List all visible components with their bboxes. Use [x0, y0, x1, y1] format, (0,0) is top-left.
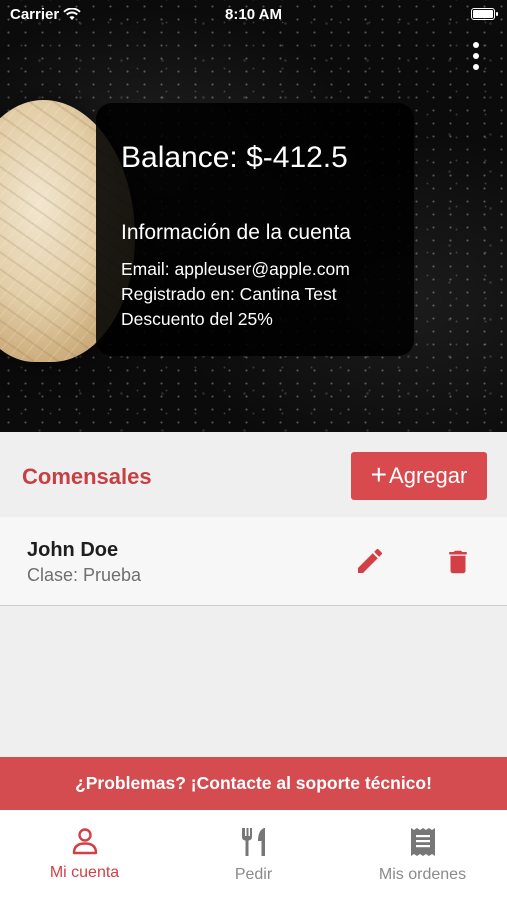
- diner-row[interactable]: John Doe Clase: Prueba: [0, 517, 507, 606]
- account-info-title: Información de la cuenta: [121, 221, 351, 244]
- account-registered: Registrado en: Cantina Test: [121, 284, 337, 304]
- diners-header: Comensales + Agregar: [0, 432, 507, 517]
- diner-name: John Doe: [27, 539, 119, 561]
- tab-label-mis-ordenes: Mis ordenes: [378, 866, 467, 883]
- account-discount: Descuento del 25%: [121, 309, 273, 329]
- edit-pencil-icon[interactable]: [354, 545, 386, 577]
- support-banner[interactable]: ¿Problemas? ¡Contacte al soporte técnico…: [0, 757, 507, 810]
- account-email: Email: appleuser@apple.com: [121, 259, 350, 279]
- battery-icon: [471, 8, 498, 20]
- status-bar: Carrier 8:10 AM: [0, 0, 507, 30]
- tab-mi-cuenta[interactable]: Mi cuenta: [0, 810, 169, 900]
- account-info-card: Balance: $-412.5 Información de la cuent…: [96, 103, 414, 356]
- user-icon: [72, 828, 97, 855]
- tab-bar: Mi cuenta Pedir Mis ordenes: [0, 810, 507, 900]
- status-time: 8:10 AM: [225, 6, 282, 23]
- tab-label-pedir: Pedir: [234, 866, 273, 883]
- add-diner-label: Agregar: [389, 463, 468, 488]
- tab-pedir[interactable]: Pedir: [169, 810, 338, 900]
- delete-trash-icon[interactable]: [443, 545, 473, 579]
- fork-knife-icon: [241, 828, 265, 856]
- tab-label-mi-cuenta: Mi cuenta: [49, 864, 120, 881]
- balance: Balance: $-412.5: [121, 141, 348, 174]
- support-text: ¿Problemas? ¡Contacte al soporte técnico…: [75, 773, 432, 793]
- diner-class: Clase: Prueba: [27, 565, 142, 585]
- more-options-icon[interactable]: [462, 40, 490, 72]
- plus-icon: +: [370, 459, 388, 490]
- tab-mis-ordenes[interactable]: Mis ordenes: [338, 810, 507, 900]
- add-diner-button[interactable]: + Agregar: [351, 452, 487, 500]
- account-hero: Carrier 8:10 AM Balance: $-412.5 Informa…: [0, 0, 507, 432]
- receipt-icon: [410, 828, 435, 856]
- diners-title: Comensales: [22, 464, 152, 489]
